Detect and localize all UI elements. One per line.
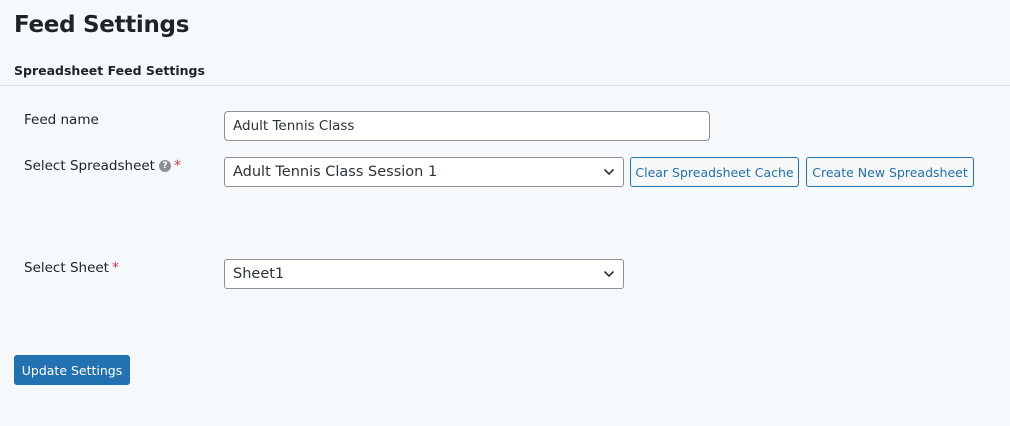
select-sheet-label: Select Sheet *: [24, 258, 119, 278]
page-title: Feed Settings: [14, 12, 190, 38]
feed-name-label: Feed name: [24, 110, 99, 130]
spreadsheet-select[interactable]: Adult Tennis Class Session 1: [224, 157, 624, 187]
feed-name-input[interactable]: [224, 111, 710, 141]
clear-spreadsheet-cache-button[interactable]: Clear Spreadsheet Cache: [630, 157, 799, 187]
chevron-down-icon: [603, 270, 615, 278]
spreadsheet-select-value: Adult Tennis Class Session 1: [233, 164, 438, 180]
sheet-select[interactable]: Sheet1: [224, 259, 624, 289]
required-asterisk: *: [111, 260, 119, 276]
section-divider: [0, 85, 1010, 86]
chevron-down-icon: [603, 168, 615, 176]
update-settings-button[interactable]: Update Settings: [14, 355, 130, 385]
create-new-spreadsheet-button[interactable]: Create New Spreadsheet: [806, 157, 974, 187]
select-spreadsheet-label-text: Select Spreadsheet: [24, 158, 155, 174]
select-sheet-label-text: Select Sheet: [24, 260, 109, 276]
required-asterisk: *: [173, 158, 181, 174]
feed-name-label-text: Feed name: [24, 112, 99, 128]
section-title: Spreadsheet Feed Settings: [14, 63, 205, 78]
select-spreadsheet-label: Select Spreadsheet ? *: [24, 156, 181, 176]
question-circle-icon[interactable]: ?: [158, 160, 171, 172]
sheet-select-value: Sheet1: [233, 266, 285, 282]
